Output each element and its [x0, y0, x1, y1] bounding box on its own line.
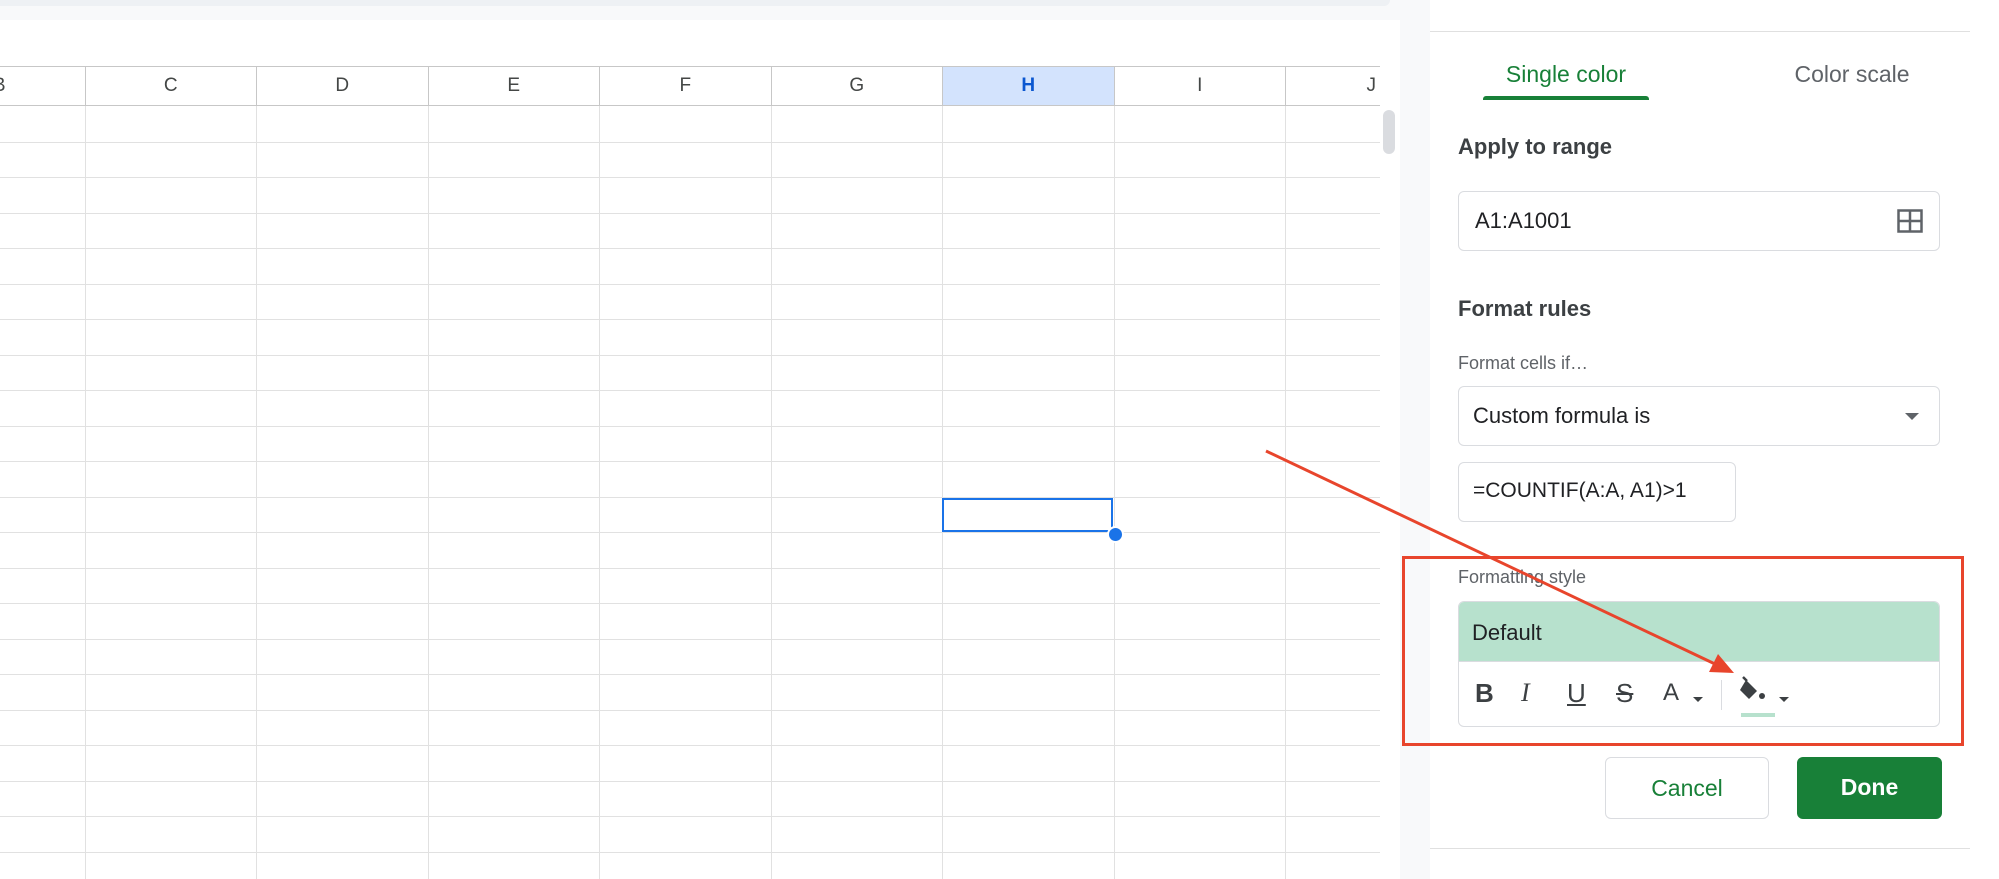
grid-row-line — [0, 497, 1380, 498]
grid-row-line — [0, 142, 1380, 143]
column-header-b[interactable]: B — [0, 67, 86, 105]
grid-row-line — [0, 568, 1380, 569]
column-header-row: BCDEFGHIJ — [0, 66, 1380, 106]
grid-row-line — [0, 603, 1380, 604]
tab-single-color[interactable]: Single color — [1483, 54, 1649, 102]
grid-row-line — [0, 710, 1380, 711]
condition-value: Custom formula is — [1473, 403, 1651, 428]
grid-row-line — [0, 177, 1380, 178]
grid-row-line — [0, 639, 1380, 640]
condition-dropdown[interactable]: Custom formula is — [1458, 386, 1940, 446]
annotation-highlight-box — [1402, 556, 1964, 746]
grid-row-line — [0, 674, 1380, 675]
range-input[interactable]: A1:A1001 — [1458, 191, 1940, 251]
panel-divider-bottom — [1430, 848, 1970, 849]
grid-row-line — [0, 532, 1380, 533]
toolbar-edge — [0, 0, 1390, 6]
column-header-c[interactable]: C — [86, 67, 257, 105]
grid-row-line — [0, 390, 1380, 391]
grid-column-line — [770, 106, 772, 879]
tab-color-scale[interactable]: Color scale — [1742, 54, 1962, 102]
grid-row-line — [0, 426, 1380, 427]
grid-column-line — [942, 106, 943, 879]
grid-row-line — [0, 781, 1380, 782]
cancel-button[interactable]: Cancel — [1605, 757, 1769, 819]
grid-row-line — [0, 248, 1380, 249]
grid-column-line — [1285, 106, 1286, 879]
range-value: A1:A1001 — [1475, 208, 1572, 233]
format-rules-title: Format rules — [1458, 296, 1592, 321]
column-header-i[interactable]: I — [1115, 67, 1286, 105]
apply-to-range-title: Apply to range — [1458, 134, 1613, 159]
column-header-e[interactable]: E — [429, 67, 600, 105]
conditional-format-panel: Single color Color scale Apply to range … — [1430, 0, 1999, 879]
panel-divider — [1430, 31, 1970, 32]
grid-column-line — [599, 106, 600, 879]
done-button[interactable]: Done — [1797, 757, 1942, 819]
column-header-d[interactable]: D — [257, 67, 429, 105]
grid-row-line — [0, 355, 1380, 356]
grid-row-line — [0, 284, 1380, 285]
grid-column-line — [256, 106, 257, 879]
grid-column-line — [427, 106, 429, 879]
grid-row-line — [0, 816, 1380, 817]
column-header-g[interactable]: G — [772, 67, 943, 105]
active-cell-h[interactable] — [942, 498, 1113, 532]
column-header-f[interactable]: F — [600, 67, 772, 105]
scrollbar-thumb[interactable] — [1383, 110, 1395, 154]
grid-row-line — [0, 852, 1380, 853]
format-cells-if-label: Format cells if… — [1458, 353, 1589, 373]
vertical-scrollbar[interactable] — [1380, 20, 1400, 879]
grid-column-line — [84, 106, 86, 879]
fill-handle[interactable] — [1107, 526, 1124, 543]
formula-value: =COUNTIF(A:A, A1)>1 — [1473, 479, 1687, 502]
spreadsheet-grid[interactable]: BCDEFGHIJ — [0, 20, 1400, 879]
grid-row-line — [0, 461, 1380, 462]
grid-row-line — [0, 213, 1380, 214]
custom-formula-input[interactable]: =COUNTIF(A:A, A1)>1 — [1458, 462, 1736, 522]
active-tab-indicator — [1483, 96, 1649, 100]
select-range-icon[interactable] — [1897, 209, 1923, 233]
grid-row-line — [0, 319, 1380, 320]
column-header-h[interactable]: H — [943, 67, 1115, 105]
grid-column-line — [1113, 106, 1115, 879]
chevron-down-icon — [1905, 413, 1919, 420]
grid-row-line — [0, 745, 1380, 746]
